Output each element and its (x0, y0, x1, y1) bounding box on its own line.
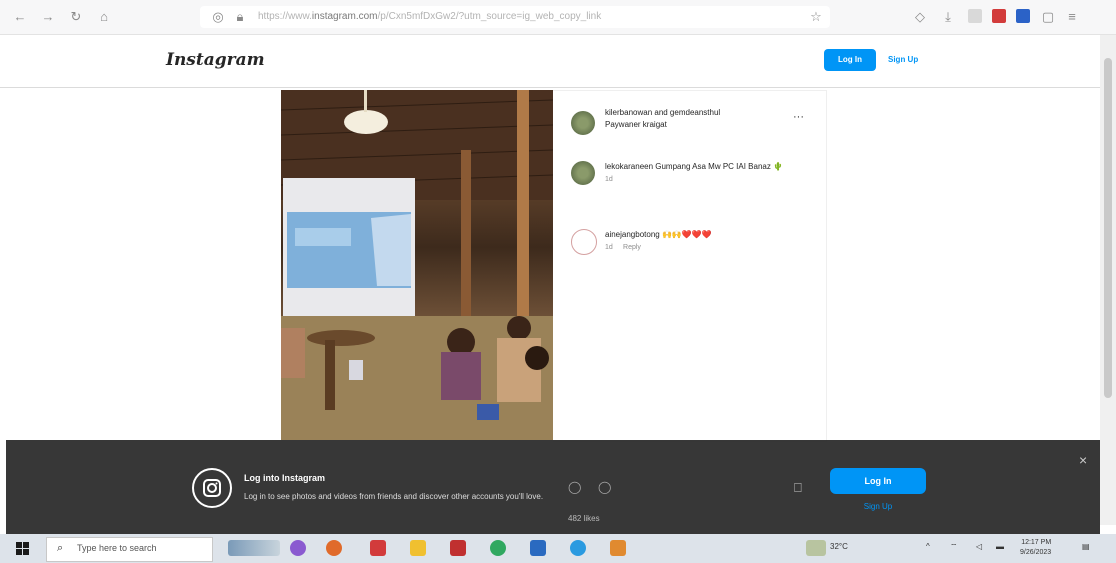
scrollbar-thumb[interactable] (1104, 58, 1112, 398)
telegram-icon[interactable] (570, 540, 586, 556)
comment-time[interactable]: 1d (605, 244, 613, 251)
post-photo-illustration (281, 90, 553, 440)
post-photo[interactable] (281, 90, 553, 440)
menu-icon[interactable]: ≡ (1064, 9, 1080, 25)
likes-count[interactable]: 482 likes (568, 514, 600, 523)
tray-chevron-icon[interactable]: ^ (926, 542, 930, 551)
share-icon[interactable]: ◯ (598, 480, 611, 494)
banner-subtitle: Log in to see photos and videos from fri… (244, 492, 544, 501)
clock-time: 12:17 PM (1021, 539, 1052, 546)
extension-red-icon[interactable] (992, 9, 1006, 23)
search-icon: ⌕ (57, 542, 64, 554)
news-widget-icon[interactable] (228, 540, 280, 556)
app-icon[interactable] (450, 540, 466, 556)
taskbar-search[interactable]: ⌕ Type here to search (46, 537, 213, 562)
browser-toolbar: ← → ↻ ⌂ ◎ 🔒︎ https://www.instagram.com/p… (0, 0, 1116, 35)
comment-item: ainejangbotong 🙌🙌❤️❤️❤️ 1d Reply (605, 229, 805, 254)
app-orange-icon[interactable] (610, 540, 626, 556)
comment-avatar[interactable] (571, 229, 597, 255)
clock-date: 9/26/2023 (1020, 549, 1052, 556)
home-icon[interactable]: ⌂ (96, 9, 112, 25)
extension-blue-icon[interactable] (1016, 9, 1030, 23)
instagram-camera-icon (203, 479, 221, 497)
more-options-icon[interactable]: ··· (793, 111, 804, 123)
banner-signup-link[interactable]: Sign Up (830, 502, 926, 511)
app-red-icon[interactable] (370, 540, 386, 556)
post-author[interactable]: kilerbanowan and gemdeansthul Paywaner k… (605, 107, 720, 131)
comment-icon[interactable]: ◯ (568, 480, 581, 494)
weather-icon[interactable] (806, 540, 826, 556)
search-placeholder: Type here to search (77, 543, 157, 553)
banner-title: Log into Instagram (244, 473, 325, 483)
network-icon[interactable]: ⌔ (950, 542, 958, 552)
comment-text: ainejangbotong 🙌🙌❤️❤️❤️ (605, 230, 712, 239)
file-explorer-icon[interactable] (410, 540, 426, 556)
instagram-glyph-icon (192, 468, 232, 508)
reply-link[interactable]: Reply (623, 244, 641, 251)
weather-temp[interactable]: 32°C (830, 542, 848, 551)
app-green-icon[interactable] (490, 540, 506, 556)
header-signup-link[interactable]: Sign Up (888, 49, 936, 71)
author-location[interactable]: Paywaner kraigat (605, 120, 667, 129)
pocket-icon[interactable]: ◇ (912, 9, 928, 25)
volume-icon[interactable]: ◁ (976, 542, 982, 551)
battery-icon[interactable]: ▬ (996, 542, 1004, 551)
header-login-button[interactable]: Log In (824, 49, 876, 71)
download-icon[interactable]: ⤓ (940, 9, 956, 25)
comment-avatar[interactable] (571, 161, 595, 185)
notifications-icon[interactable]: ▤ (1082, 542, 1090, 551)
save-bookmark-icon[interactable]: ⎕ (794, 480, 802, 496)
store-icon[interactable] (530, 540, 546, 556)
comment-item: lekokaraneen Gumpang Asa Mw PC IAI Banaz… (605, 161, 805, 186)
comment-time[interactable]: 1d (605, 176, 613, 183)
windows-start-icon[interactable] (16, 542, 29, 555)
back-icon[interactable]: ← (12, 9, 28, 25)
windows-taskbar: ⌕ Type here to search 32°C ^ ⌔ ◁ ▬ 12:17… (0, 534, 1116, 563)
app-icon[interactable] (290, 540, 306, 556)
login-banner: Log into Instagram Log in to see photos … (6, 440, 1100, 534)
lock-icon: 🔒︎ (236, 9, 244, 24)
extension-icon[interactable] (968, 9, 982, 23)
instagram-header: Instagram Log In Sign Up (0, 35, 1100, 88)
banner-login-button[interactable]: Log In (830, 468, 926, 494)
author-avatar[interactable] (571, 111, 595, 135)
reload-icon[interactable]: ↻ (68, 9, 84, 25)
author-names[interactable]: kilerbanowan and gemdeansthul (605, 108, 720, 117)
address-bar[interactable]: ◎ 🔒︎ https://www.instagram.com/p/Cxn5mfD… (200, 6, 830, 28)
bookmark-star-icon[interactable]: ☆ (808, 9, 824, 25)
url-text: https://www.instagram.com/p/Cxn5mfDxGw2/… (258, 11, 602, 22)
shield-icon[interactable]: ◎ (210, 9, 226, 25)
instagram-logo[interactable]: Instagram (166, 50, 265, 70)
forward-icon[interactable]: → (40, 9, 56, 25)
close-icon[interactable]: × (1079, 452, 1087, 468)
firefox-icon[interactable] (326, 540, 342, 556)
comment-text: lekokaraneen Gumpang Asa Mw PC IAI Banaz… (605, 162, 784, 171)
extensions-puzzle-icon[interactable]: ▢ (1040, 9, 1056, 25)
clock[interactable]: 12:17 PM 9/26/2023 (1020, 538, 1051, 558)
post-comments-panel: kilerbanowan and gemdeansthul Paywaner k… (553, 90, 827, 442)
